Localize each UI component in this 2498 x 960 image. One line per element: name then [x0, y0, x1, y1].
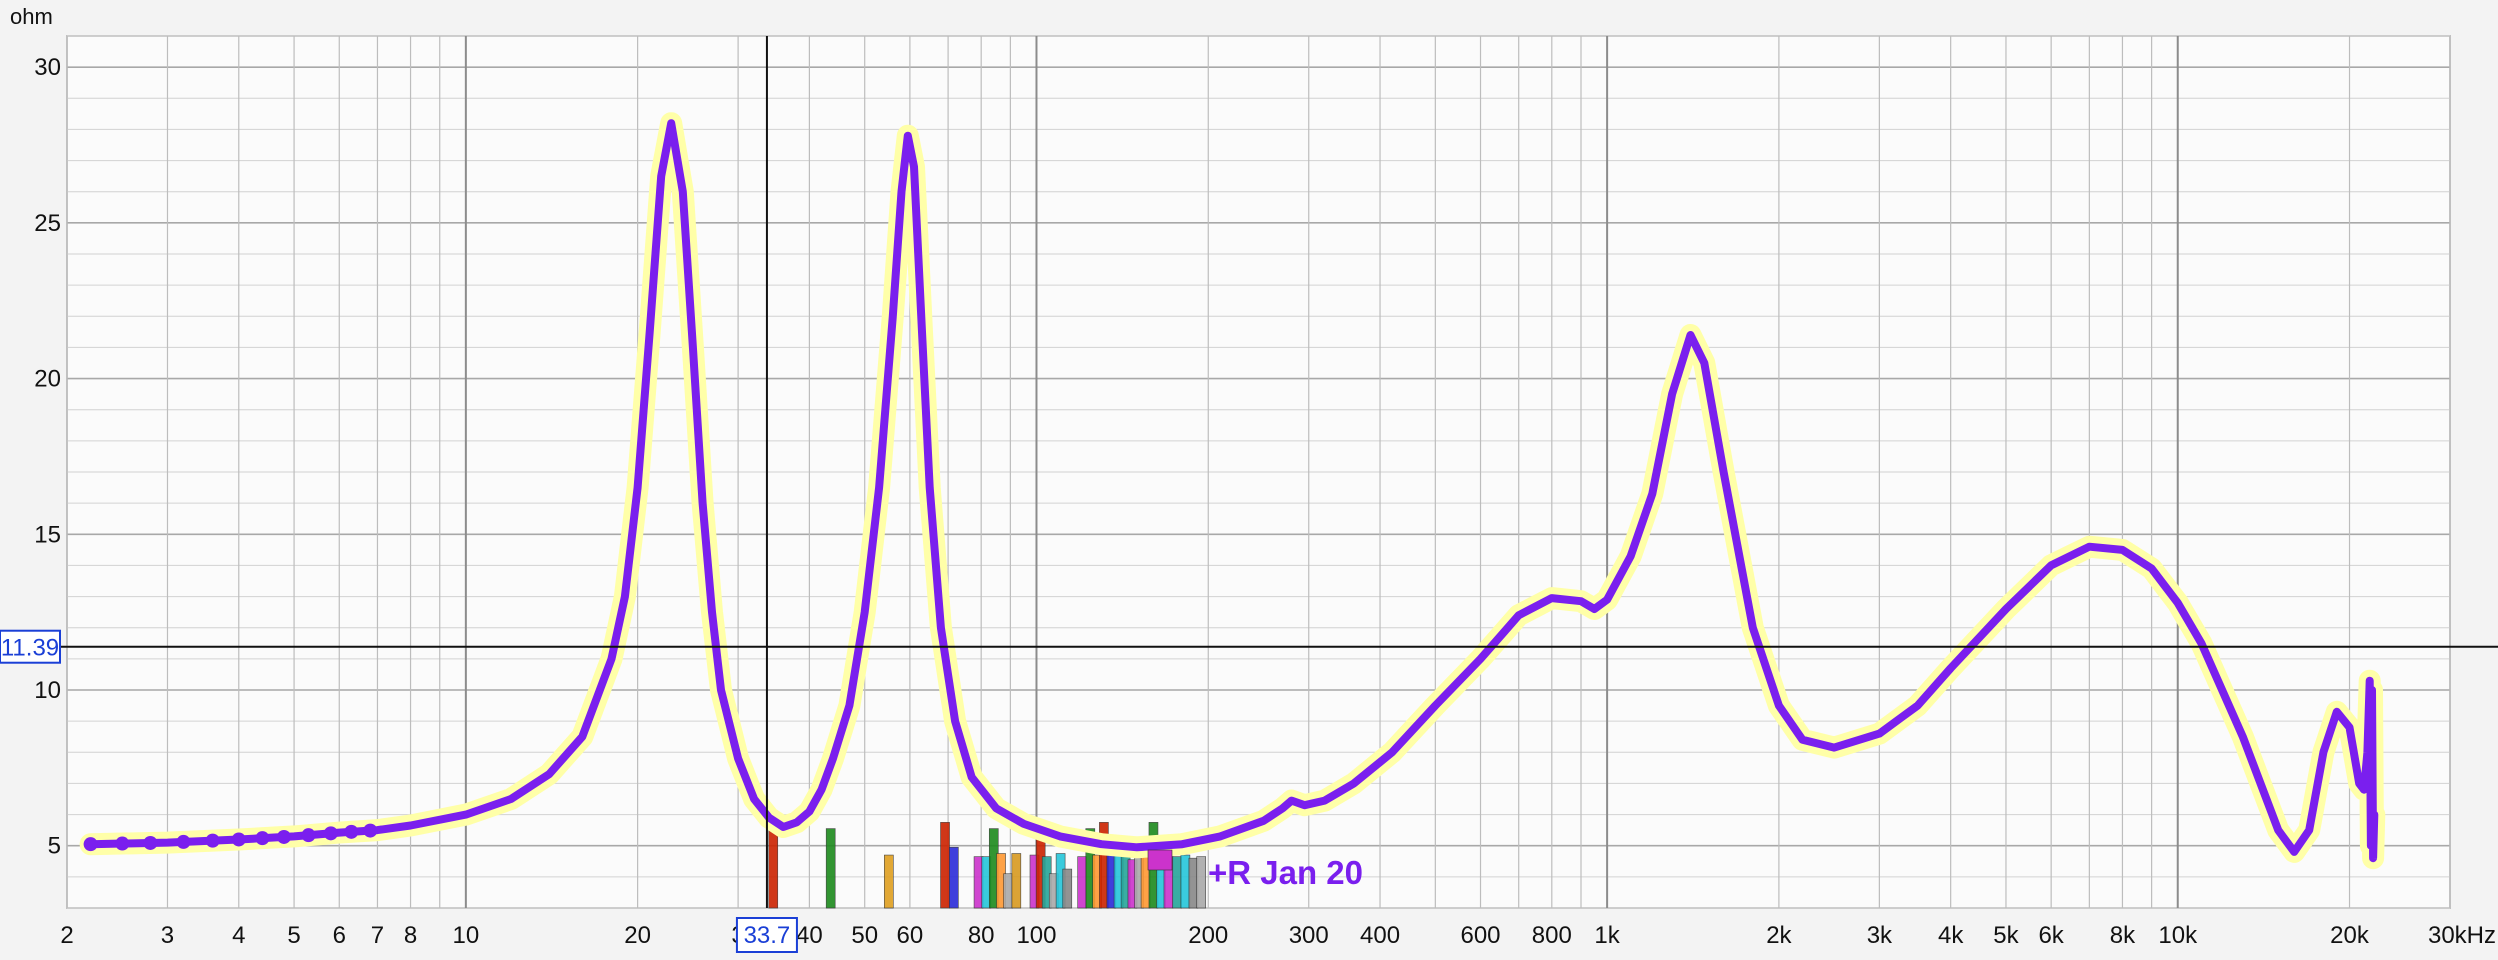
bar-marker: [1180, 854, 1191, 909]
bar-marker: [825, 828, 836, 909]
x-tick-label: 200: [1188, 922, 1228, 949]
x-tick-label: 100: [1016, 922, 1056, 949]
x-tick-label: 800: [1532, 922, 1572, 949]
x-tick-label: 1k: [1594, 922, 1620, 949]
curve-marker: [143, 835, 158, 850]
y-tick-label: 30: [34, 54, 61, 81]
x-tick-label: 4: [232, 922, 245, 949]
x-tick-label: 2k: [1766, 922, 1792, 949]
y-tick-label: 15: [34, 521, 61, 548]
x-tick-label: 8: [404, 922, 417, 949]
curve-marker: [344, 824, 359, 839]
y-tick-label: 20: [34, 366, 61, 393]
bar-marker: [1172, 856, 1182, 909]
x-tick-label: 5k: [1993, 922, 2019, 949]
x-tick-label: 50: [851, 922, 878, 949]
x-tick-label: 10k: [2158, 922, 2198, 949]
legend-swatch: [1147, 849, 1173, 871]
curve-marker: [363, 823, 378, 838]
y-unit-label: ohm: [10, 4, 53, 29]
curve-marker: [83, 837, 98, 852]
curve-marker: [301, 828, 316, 843]
curve-marker: [205, 833, 220, 848]
x-tick-label: 6k: [2038, 922, 2064, 949]
x-tick-label: 80: [968, 922, 995, 949]
y-tick-label: 25: [34, 210, 61, 237]
curve-marker: [323, 826, 338, 841]
bar-marker: [1077, 856, 1087, 909]
x-tick-label: 6: [333, 922, 346, 949]
x-tick-label: 20k: [2330, 922, 2370, 949]
x-tick-label: 60: [897, 922, 924, 949]
curve-marker: [176, 834, 191, 849]
x-tick-label: 400: [1360, 922, 1400, 949]
impedance-chart: ohm 51015202530 234567810203405060801002…: [0, 0, 2498, 960]
x-tick-label: 20: [624, 922, 651, 949]
bar-marker: [1062, 868, 1073, 909]
bar-marker: [949, 846, 959, 909]
curve-marker: [231, 832, 246, 847]
x-tick-label: 40: [796, 922, 823, 949]
x-tick-label: 30kHz: [2428, 922, 2496, 949]
x-tick-label: 300: [1289, 922, 1329, 949]
curve-marker: [115, 836, 130, 851]
x-tick-label: 8k: [2110, 922, 2136, 949]
curve-marker: [255, 831, 270, 846]
curve-marker: [276, 829, 291, 844]
bar-marker: [940, 822, 950, 909]
legend-label: +R Jan 20: [1208, 854, 1363, 891]
cursor-y-readout: 11.39: [1, 635, 59, 662]
bar-marker: [1011, 853, 1022, 909]
x-tick-label: 3k: [1867, 922, 1893, 949]
y-tick-label: 10: [34, 677, 61, 704]
x-tick-label: 7: [371, 922, 384, 949]
cursor-x-readout: 33.7: [744, 922, 791, 949]
bar-marker: [1196, 856, 1207, 909]
y-tick-label: 5: [48, 833, 61, 860]
x-tick-label: 4k: [1938, 922, 1964, 949]
bar-marker: [884, 854, 894, 909]
x-tick-label: 10: [453, 922, 480, 949]
bar-marker: [1003, 873, 1013, 909]
grid: [66, 35, 2451, 909]
x-tick-label: 600: [1460, 922, 1500, 949]
x-tick-label: 3: [161, 922, 174, 949]
x-tick-label: 2: [60, 922, 73, 949]
x-tick-label: 5: [287, 922, 300, 949]
